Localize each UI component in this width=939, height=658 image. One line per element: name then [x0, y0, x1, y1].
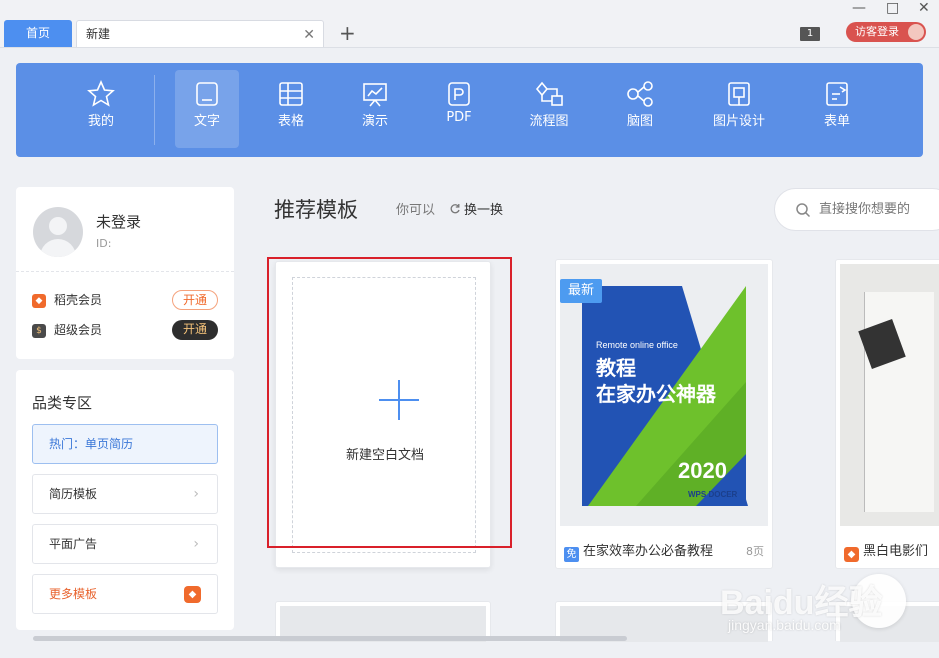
- visitor-login-label: 访客登录: [855, 25, 899, 38]
- docer-logo-icon: ◆: [184, 586, 201, 603]
- user-card-divider: [16, 271, 234, 272]
- tool-presentation[interactable]: 演示: [343, 70, 407, 148]
- tab-new-label: 新建: [86, 27, 111, 41]
- cover-title-line1: 教程: [596, 356, 636, 380]
- new-tag-badge: 最新: [560, 279, 602, 303]
- template-cover: 最新 Remote online office 教程 在家办公神器 2020 W…: [560, 264, 768, 526]
- close-icon[interactable]: ✕: [303, 22, 315, 48]
- tool-spreadsheet[interactable]: 表格: [259, 70, 323, 148]
- tool-flowchart[interactable]: 流程图: [517, 70, 581, 148]
- avatar-head-shape: [49, 217, 67, 235]
- form-icon: [826, 82, 848, 106]
- vip-super-label: 超级会员: [54, 323, 103, 337]
- template-card-black-white-movie[interactable]: ◆ 黑白电影们: [835, 259, 939, 569]
- chevron-right-icon: ›: [193, 536, 199, 552]
- cover-subtitle: Remote online office: [596, 340, 678, 350]
- mindmap-icon: [627, 81, 653, 107]
- highlight-annotation-frame: [267, 257, 512, 548]
- tool-mine[interactable]: 我的: [69, 70, 133, 148]
- category-more-label: 更多模板: [49, 587, 98, 601]
- category-card: 品类专区 热门：单页简历 简历模板 › 平面广告 › 更多模板 ◆: [16, 370, 234, 630]
- avatar[interactable]: [33, 207, 83, 257]
- category-print-ads-label: 平面广告: [49, 537, 98, 551]
- template-title-row: ◆ 黑白电影们: [844, 540, 928, 562]
- visitor-login-button[interactable]: 访客登录: [846, 22, 926, 42]
- pdf-icon: [448, 82, 470, 106]
- tool-flowchart-label: 流程图: [529, 114, 569, 129]
- app-type-toolbar: 我的 文字 表格 演示 PDF 流程图 脑图 图片设计 表单: [16, 63, 923, 157]
- tab-home[interactable]: 首页: [4, 20, 72, 47]
- flowchart-icon: [535, 81, 563, 106]
- tool-mine-label: 我的: [87, 114, 114, 129]
- tab-new[interactable]: 新建 ✕: [76, 20, 324, 48]
- minimize-icon[interactable]: —: [852, 0, 866, 16]
- vip-super-open-button[interactable]: 开通: [172, 320, 218, 340]
- document-icon: [196, 82, 218, 106]
- presentation-icon: [363, 83, 387, 107]
- super-vip-icon: $: [32, 323, 46, 338]
- tool-image-design-label: 图片设计: [712, 114, 765, 129]
- page-title: 推荐模板: [274, 198, 358, 222]
- add-tab-icon[interactable]: +: [339, 21, 356, 45]
- category-print-ads[interactable]: 平面广告 ›: [32, 524, 218, 564]
- tool-mindmap-label: 脑图: [626, 114, 653, 129]
- cover-year: 2020: [678, 458, 727, 483]
- template-page-count: 8页: [746, 545, 764, 558]
- category-resume-label: 简历模板: [49, 487, 98, 501]
- cover-brand: WPS DOCER: [688, 490, 738, 499]
- search-placeholder: 直接搜你想要的: [819, 202, 911, 217]
- refresh-button[interactable]: 换一换: [449, 199, 503, 218]
- watermark-url: jingyan.baidu.com: [728, 617, 841, 633]
- docer-vip-icon: ◆: [844, 547, 859, 562]
- maximize-icon[interactable]: □: [886, 0, 899, 16]
- refresh-icon: [450, 204, 460, 214]
- template-search-input[interactable]: 直接搜你想要的: [774, 188, 939, 231]
- tool-writer-label: 文字: [193, 114, 220, 129]
- user-card: 未登录 ID: ◆ 稻壳会员 开通 $ 超级会员 开通: [16, 187, 234, 359]
- category-hot-resume[interactable]: 热门：单页简历: [32, 424, 218, 464]
- tool-mindmap[interactable]: 脑图: [608, 70, 672, 148]
- template-title: 黑白电影们: [863, 544, 929, 559]
- user-name[interactable]: 未登录: [96, 211, 141, 232]
- tool-pdf-label: PDF: [446, 110, 472, 125]
- tab-bar: 首页 新建 ✕ + 1 访客登录 — □ ✕: [0, 0, 939, 48]
- template-title-row: 免在家效率办公必备教程: [564, 540, 713, 562]
- avatar: [908, 24, 924, 40]
- vip-docer-label: 稻壳会员: [54, 293, 103, 307]
- tool-pdf[interactable]: PDF: [427, 70, 491, 148]
- tool-presentation-label: 演示: [361, 114, 388, 129]
- vip-docer-open-button[interactable]: 开通: [172, 290, 218, 310]
- user-id: ID:: [96, 237, 112, 250]
- table-icon: [279, 82, 303, 106]
- star-icon: [87, 80, 115, 107]
- horizontal-scrollbar[interactable]: [33, 636, 627, 641]
- category-more-templates[interactable]: 更多模板 ◆: [32, 574, 218, 614]
- template-title: 在家效率办公必备教程: [583, 544, 714, 559]
- window-count-badge[interactable]: 1: [800, 27, 820, 41]
- vip-super-row: $ 超级会员: [32, 320, 102, 340]
- tool-spreadsheet-label: 表格: [277, 114, 304, 129]
- refresh-label: 换一换: [464, 203, 504, 218]
- cover-title-line2: 在家办公神器: [596, 382, 716, 406]
- template-cover: [840, 264, 939, 526]
- refresh-hint: 你可以: [396, 203, 436, 218]
- tool-form-label: 表单: [823, 114, 850, 129]
- search-icon: [796, 203, 811, 218]
- template-card-office-tutorial[interactable]: 最新 Remote online office 教程 在家办公神器 2020 W…: [555, 259, 773, 569]
- image-design-icon: [728, 82, 750, 106]
- category-title: 品类专区: [32, 394, 93, 412]
- toolbar-divider: [154, 75, 155, 145]
- free-badge-icon: 免: [564, 547, 579, 562]
- avatar-body-shape: [40, 239, 76, 257]
- tool-writer[interactable]: 文字: [175, 70, 239, 148]
- chevron-right-icon: ›: [193, 486, 199, 502]
- vip-docer-row: ◆ 稻壳会员: [32, 290, 102, 310]
- window-close-icon[interactable]: ✕: [918, 0, 930, 16]
- tool-image-design[interactable]: 图片设计: [706, 70, 772, 148]
- docer-vip-icon: ◆: [32, 293, 46, 308]
- template-card-placeholder[interactable]: [275, 601, 491, 642]
- tabbar-divider: [0, 47, 939, 48]
- tool-form[interactable]: 表单: [805, 70, 869, 148]
- category-resume-templates[interactable]: 简历模板 ›: [32, 474, 218, 514]
